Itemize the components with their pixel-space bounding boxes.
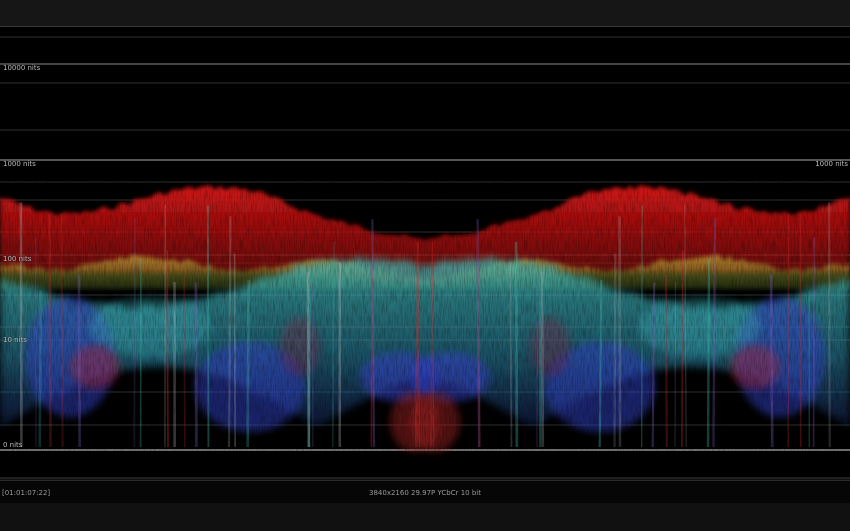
label-0-nits: 0 nits: [3, 441, 23, 449]
label-1000-nits-left: 1000 nits: [3, 160, 36, 168]
top-bar: [0, 0, 850, 27]
label-10-nits: 10 nits: [3, 336, 27, 344]
label-100-nits: 100 nits: [3, 255, 32, 263]
bottom-bar: [0, 503, 850, 531]
video-format: 3840x2160 29.97P YCbCr 10 bit: [369, 489, 481, 497]
trace-group: [0, 184, 850, 452]
status-bar: [01:01:07:22] 3840x2160 29.97P YCbCr 10 …: [0, 480, 850, 503]
label-10000-nits: 10000 nits: [3, 64, 41, 72]
waveform-scope: 10000 nits 1000 nits 1000 nits 100 nits …: [0, 27, 850, 479]
label-1000-nits-right: 1000 nits: [815, 160, 848, 168]
trace-noise: [0, 197, 850, 452]
waveform-trace: [0, 36, 850, 479]
